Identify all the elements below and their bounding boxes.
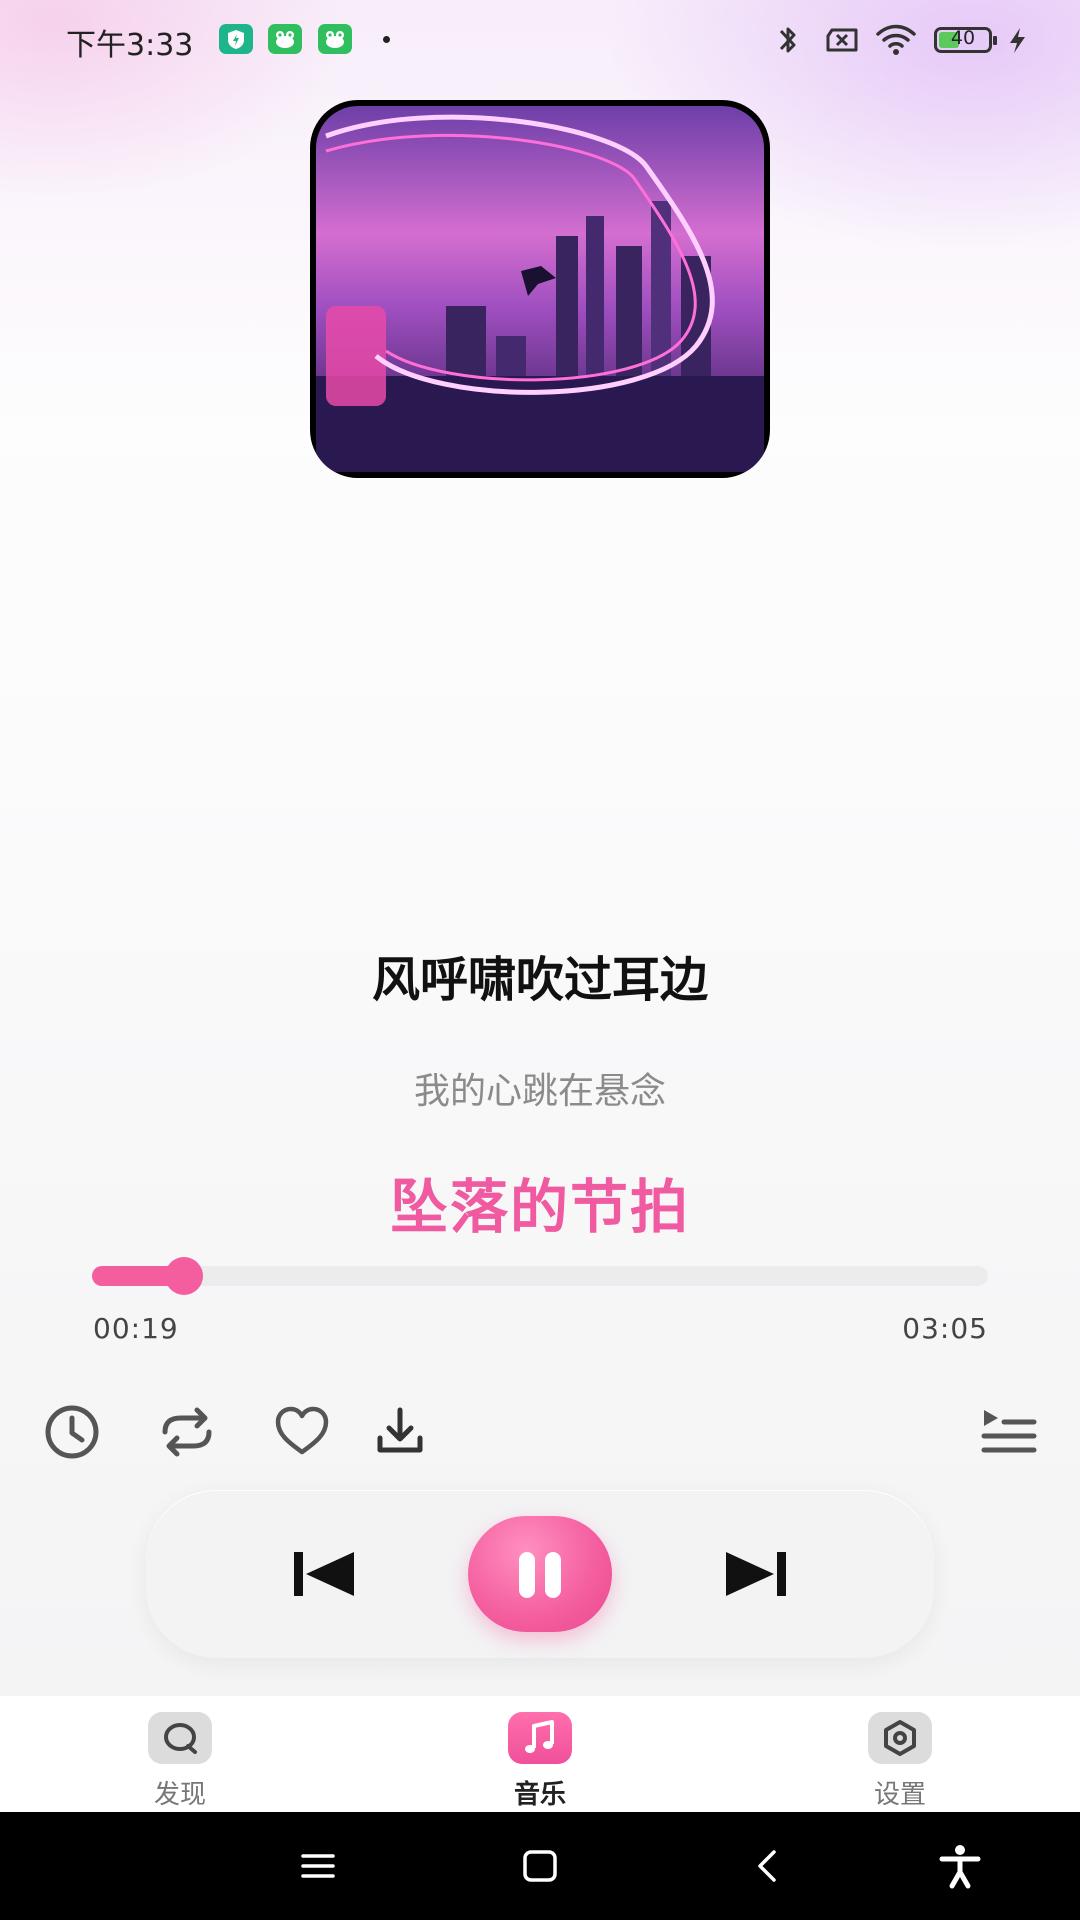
charging-icon (1010, 28, 1025, 53)
timer-icon[interactable] (40, 1400, 104, 1464)
tab-label: 设置 (873, 1780, 926, 1810)
lyric-current-line: 我的心跳在悬念 (413, 1071, 666, 1112)
tab-label: 音乐 (513, 1780, 566, 1810)
dot-icon (383, 36, 390, 43)
lyric-previous-line: 风呼啸吹过耳边 (371, 952, 708, 1008)
shield-app-icon (219, 24, 253, 54)
progress-thumb[interactable] (165, 1257, 204, 1295)
sim-x-icon (826, 28, 858, 52)
status-time: 下午3:33 (66, 28, 194, 63)
total-time: 03:05 (902, 1312, 988, 1345)
tab-discover[interactable]: 发现 (120, 1712, 240, 1811)
music-icon (508, 1712, 572, 1764)
wifi-icon (876, 24, 916, 55)
playlist-icon[interactable] (976, 1400, 1040, 1464)
frog-app-icon (318, 24, 352, 54)
lyric-highlight-line: 坠落的节拍 (389, 1173, 690, 1241)
pause-icon[interactable] (468, 1516, 612, 1632)
accessibility-icon[interactable] (938, 1842, 982, 1894)
next-icon[interactable] (724, 1544, 788, 1608)
previous-icon[interactable] (292, 1544, 356, 1608)
repeat-icon[interactable] (155, 1400, 219, 1464)
home-icon[interactable] (522, 1842, 558, 1894)
settings-icon (868, 1712, 932, 1764)
tab-music[interactable]: 音乐 (480, 1712, 600, 1811)
progress-bar[interactable] (92, 1257, 988, 1295)
tab-label: 发现 (153, 1780, 206, 1810)
back-icon[interactable] (752, 1842, 782, 1894)
heart-icon[interactable] (270, 1400, 334, 1464)
menu-icon[interactable] (300, 1842, 336, 1894)
battery-level: 40 (950, 27, 976, 49)
elapsed-time: 00:19 (93, 1312, 179, 1345)
status-bar: 下午3:33 40 (0, 0, 1080, 80)
tab-settings[interactable]: 设置 (840, 1712, 960, 1811)
download-icon[interactable] (368, 1400, 432, 1464)
frog-app-icon (268, 24, 302, 54)
album-cover-image (310, 100, 770, 478)
discover-icon (148, 1712, 212, 1764)
bluetooth-icon (779, 27, 796, 53)
battery-icon: 40 (934, 27, 997, 53)
